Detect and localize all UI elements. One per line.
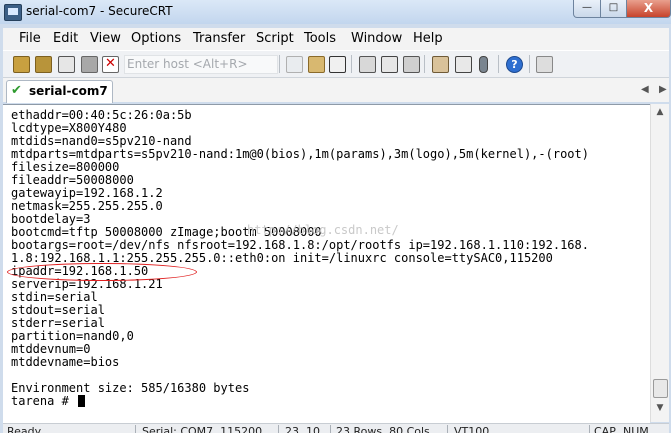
print-selection-icon[interactable] bbox=[381, 56, 398, 73]
disconnect-icon[interactable]: ✕ bbox=[102, 56, 119, 73]
about-icon[interactable] bbox=[536, 56, 553, 73]
tab-serial-com7[interactable]: ✔ serial-com7 bbox=[6, 80, 113, 103]
scrollbar-thumb[interactable] bbox=[653, 379, 668, 398]
menu-tools[interactable]: Tools bbox=[304, 31, 336, 46]
status-separator bbox=[278, 425, 279, 433]
watermark: http://blog.csdn.net/ bbox=[247, 223, 399, 237]
scroll-up-icon[interactable]: ▲ bbox=[651, 104, 669, 120]
menu-help[interactable]: Help bbox=[413, 31, 443, 46]
toolbar-separator bbox=[529, 55, 530, 73]
global-options-icon[interactable] bbox=[455, 56, 472, 73]
status-terminal-size: 23 Rows, 80 Cols bbox=[336, 425, 430, 433]
status-separator bbox=[447, 425, 448, 433]
menu-file[interactable]: File bbox=[19, 31, 41, 46]
status-separator bbox=[330, 425, 331, 433]
status-ready: Ready bbox=[7, 425, 42, 433]
menu-script[interactable]: Script bbox=[256, 31, 294, 46]
vertical-scrollbar[interactable]: ▲ ▼ bbox=[650, 104, 669, 422]
menu-options[interactable]: Options bbox=[131, 31, 181, 46]
connect-in-tab-icon[interactable] bbox=[58, 56, 75, 73]
find-icon[interactable] bbox=[329, 56, 346, 73]
toolbar-separator bbox=[351, 55, 352, 73]
copy-icon[interactable] bbox=[286, 56, 303, 73]
status-emulation: VT100 bbox=[454, 425, 490, 433]
status-num-lock: NUM bbox=[623, 425, 649, 433]
tab-scroll-left-icon[interactable]: ◀ bbox=[641, 84, 649, 95]
terminal-line: mtddevname=bios bbox=[11, 355, 120, 369]
terminal-screen[interactable]: ethaddr=00:40:5c:26:0a:5b lcdtype=X800Y4… bbox=[3, 104, 650, 423]
menu-view[interactable]: View bbox=[90, 31, 121, 46]
reconnect-icon[interactable] bbox=[81, 56, 98, 73]
connected-check-icon: ✔ bbox=[11, 83, 22, 98]
print-screen-icon[interactable] bbox=[359, 56, 376, 73]
print-icon[interactable] bbox=[403, 56, 420, 73]
securecrt-window: serial-com7 - SecureCRT — □ X File Edit … bbox=[0, 0, 671, 433]
status-connection: Serial: COM7, 115200 bbox=[142, 425, 263, 433]
toolbar-separator bbox=[279, 55, 280, 73]
toolbar-separator bbox=[424, 55, 425, 73]
terminal-prompt: tarena # bbox=[11, 394, 77, 408]
help-icon[interactable]: ? bbox=[506, 56, 523, 73]
scroll-down-icon[interactable]: ▼ bbox=[651, 400, 669, 416]
session-tab-bar: ✔ serial-com7 ◀ ▶ bbox=[3, 78, 669, 103]
title-bar: serial-com7 - SecureCRT — □ X bbox=[0, 0, 671, 24]
window-title: serial-com7 - SecureCRT bbox=[26, 4, 173, 18]
securecrt-app-icon bbox=[4, 4, 22, 21]
highlight-ellipse bbox=[7, 263, 197, 281]
menu-window[interactable]: Window bbox=[351, 31, 402, 46]
close-button[interactable]: X bbox=[626, 0, 671, 18]
quick-connect-icon[interactable] bbox=[35, 56, 52, 73]
status-caps-lock: CAP bbox=[594, 425, 616, 433]
maximize-button[interactable]: □ bbox=[600, 0, 627, 18]
menu-edit[interactable]: Edit bbox=[53, 31, 78, 46]
session-options-icon[interactable] bbox=[432, 56, 449, 73]
keymap-icon[interactable] bbox=[479, 56, 488, 73]
connect-icon[interactable] bbox=[13, 56, 30, 73]
status-cursor-position: 23, 10 bbox=[285, 425, 320, 433]
terminal-cursor bbox=[78, 395, 86, 407]
toolbar: ✕ Enter host <Alt+R> ? bbox=[3, 50, 669, 78]
status-separator bbox=[589, 425, 590, 433]
tab-label: serial-com7 bbox=[29, 84, 108, 98]
paste-icon[interactable] bbox=[308, 56, 325, 73]
menu-transfer[interactable]: Transfer bbox=[193, 31, 245, 46]
tab-scroll-right-icon[interactable]: ▶ bbox=[659, 84, 667, 95]
terminal-prompt-line: tarena # bbox=[11, 394, 86, 408]
toolbar-separator bbox=[498, 55, 499, 73]
menu-bar: File Edit View Options Transfer Script T… bbox=[3, 28, 669, 50]
status-separator bbox=[135, 425, 136, 433]
minimize-button[interactable]: — bbox=[573, 0, 601, 18]
status-bar: Ready Serial: COM7, 115200 23, 10 23 Row… bbox=[3, 423, 669, 433]
quick-connect-input[interactable]: Enter host <Alt+R> bbox=[124, 55, 278, 74]
